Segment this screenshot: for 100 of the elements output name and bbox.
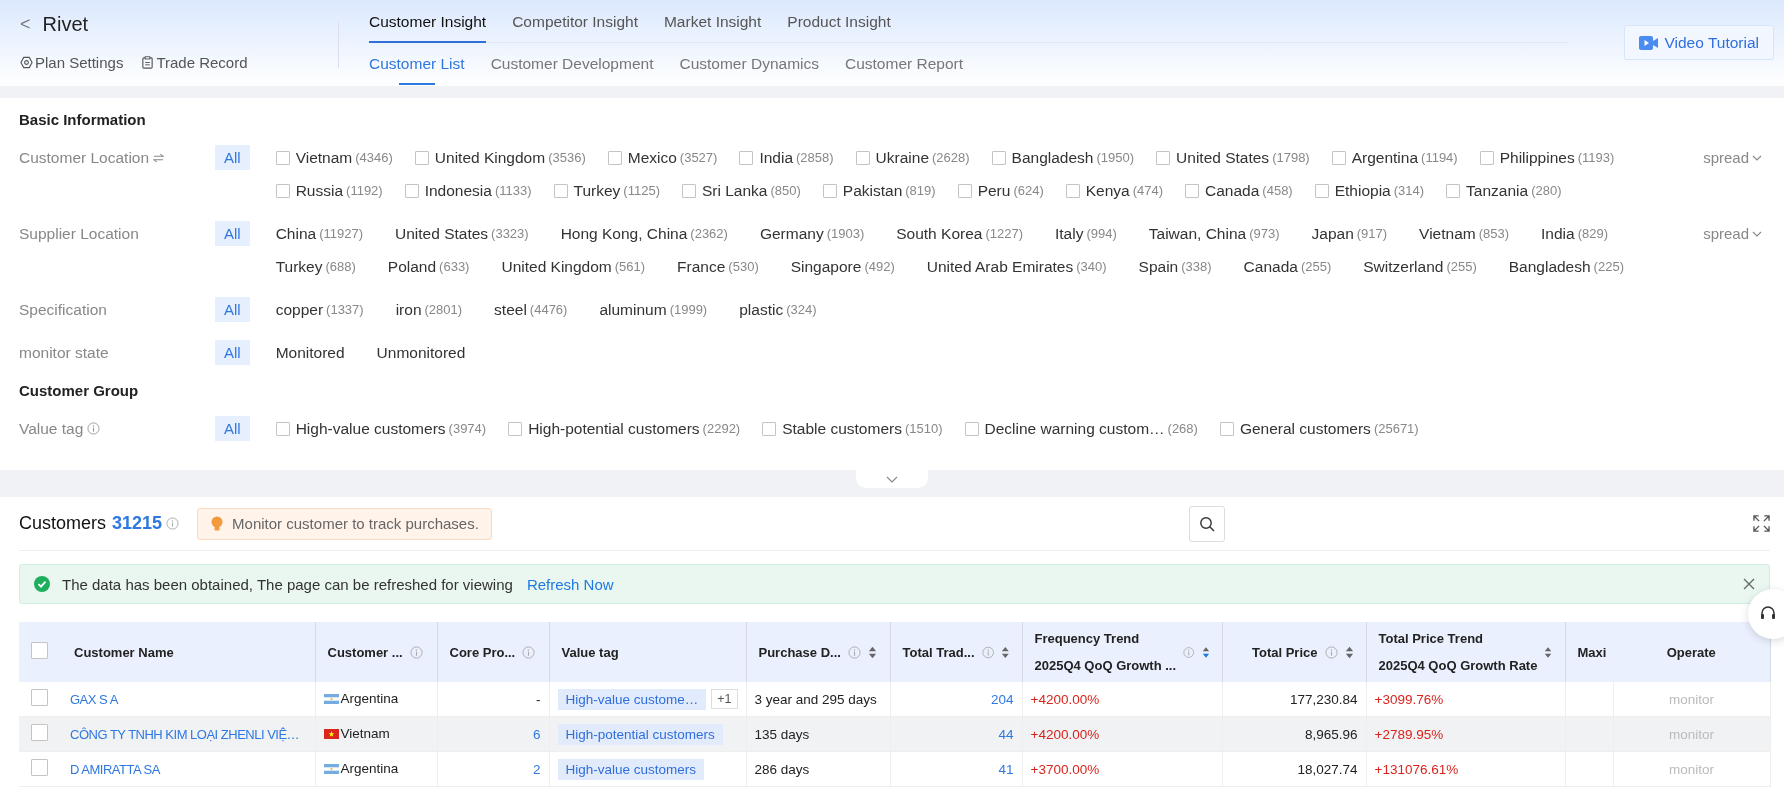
filter-option[interactable]: Germany — [759, 224, 824, 243]
checkbox[interactable] — [681, 183, 696, 198]
option-label[interactable]: Vietnam — [295, 148, 353, 167]
row-checkbox[interactable] — [31, 689, 48, 706]
filter-option[interactable]: Poland — [387, 257, 437, 276]
checkbox[interactable] — [855, 150, 870, 165]
sub-tab[interactable]: Customer Dynamics — [679, 47, 819, 81]
column-title[interactable]: Value tag — [561, 644, 619, 660]
back-button[interactable]: < — [20, 13, 31, 35]
filter-option[interactable]: Switzerland — [1363, 257, 1444, 276]
filter-option[interactable]: Turkey — [275, 257, 323, 276]
nav-tab[interactable]: Product Insight — [787, 13, 891, 43]
filter-option[interactable]: United States — [395, 224, 489, 243]
option-label[interactable]: Turkey — [573, 181, 621, 200]
all-filter-button[interactable]: All — [215, 340, 250, 365]
checkbox[interactable] — [508, 421, 523, 436]
info-icon[interactable] — [166, 517, 180, 530]
column-title[interactable]: Customer ... — [327, 644, 403, 660]
checkbox[interactable] — [1446, 183, 1461, 198]
checkbox[interactable] — [1185, 183, 1200, 198]
close-icon[interactable] — [1743, 578, 1755, 590]
checkbox[interactable] — [1314, 183, 1329, 198]
checkbox[interactable] — [762, 421, 777, 436]
checkbox[interactable] — [964, 421, 979, 436]
option-label[interactable]: Argentina — [1351, 148, 1419, 167]
filter-option[interactable]: South Korea — [896, 224, 983, 243]
sort-icon[interactable] — [1000, 645, 1010, 659]
filter-option[interactable]: Japan — [1311, 224, 1354, 243]
option-label[interactable]: Ethiopia — [1334, 181, 1391, 200]
option-label[interactable]: High-potential customers — [528, 419, 700, 438]
collapse-tab[interactable] — [856, 470, 928, 488]
option-label[interactable]: Indonesia — [424, 181, 492, 200]
checkbox[interactable] — [404, 183, 419, 198]
filter-option[interactable]: steel — [494, 300, 527, 319]
checkbox[interactable] — [991, 150, 1006, 165]
filter-option[interactable]: Canada — [1243, 257, 1298, 276]
filter-option[interactable]: United Kingdom — [501, 257, 612, 276]
info-icon[interactable] — [1183, 645, 1195, 659]
option-label[interactable]: Sri Lanka — [701, 181, 768, 200]
info-icon[interactable] — [1324, 645, 1338, 659]
trade-count-link[interactable]: 204 — [990, 691, 1014, 707]
filter-option[interactable]: United Arab Emirates — [926, 257, 1074, 276]
checkbox[interactable] — [275, 183, 290, 198]
column-title[interactable]: Total Trad... — [902, 644, 975, 660]
row-checkbox[interactable] — [31, 724, 48, 741]
filter-option[interactable]: Unmonitored — [376, 343, 466, 362]
filter-option[interactable]: Italy — [1055, 224, 1084, 243]
column-title[interactable]: Core Pro... — [449, 644, 516, 660]
nav-tab[interactable]: Market Insight — [663, 13, 762, 43]
filter-option[interactable]: China — [275, 224, 317, 243]
option-label[interactable]: India — [759, 148, 794, 167]
option-label[interactable]: United States — [1176, 148, 1270, 167]
expand-link[interactable]: spread — [1703, 217, 1762, 250]
video-tutorial-button[interactable]: Video Tutorial — [1623, 25, 1774, 60]
option-label[interactable]: Pakistan — [842, 181, 903, 200]
option-label[interactable]: Tanzania — [1466, 181, 1529, 200]
option-label[interactable]: Mexico — [627, 148, 677, 167]
expand-link[interactable]: spread — [1703, 141, 1762, 174]
column-title[interactable]: Operate — [1666, 644, 1716, 660]
search-button[interactable] — [1189, 505, 1225, 542]
more-tags-badge[interactable]: +1 — [711, 689, 738, 709]
row-checkbox[interactable] — [31, 759, 48, 776]
info-icon[interactable] — [981, 645, 994, 659]
info-icon[interactable] — [87, 422, 101, 435]
checkbox[interactable] — [739, 150, 754, 165]
checkbox[interactable] — [607, 150, 622, 165]
checkbox[interactable] — [1331, 150, 1346, 165]
all-filter-button[interactable]: All — [215, 145, 250, 170]
option-label[interactable]: United Kingdom — [434, 148, 546, 167]
sort-icon[interactable] — [1201, 645, 1210, 659]
customer-name-link[interactable]: GAX S A — [70, 691, 118, 707]
checkbox[interactable] — [1219, 421, 1234, 436]
sort-icon[interactable] — [1544, 645, 1553, 659]
option-label[interactable]: High-value customers — [295, 419, 446, 438]
filter-option[interactable]: Bangladesh — [1508, 257, 1591, 276]
all-filter-button[interactable]: All — [215, 297, 250, 322]
info-icon[interactable] — [409, 645, 423, 659]
core-product-link[interactable]: 2 — [533, 761, 541, 777]
checkbox[interactable] — [822, 183, 837, 198]
filter-option[interactable]: plastic — [739, 300, 784, 319]
filter-option[interactable]: India — [1541, 224, 1575, 243]
checkbox[interactable] — [553, 183, 568, 198]
column-title[interactable]: Purchase D... — [758, 644, 841, 660]
filter-option[interactable]: Vietnam — [1419, 224, 1476, 243]
column-title[interactable]: Frequency Trend — [1034, 631, 1177, 646]
header-link[interactable]: Trade Record — [141, 54, 248, 71]
column-title[interactable]: Maxi — [1577, 644, 1607, 660]
sort-icon[interactable] — [867, 645, 877, 659]
fullscreen-icon[interactable] — [1753, 515, 1770, 532]
refresh-link[interactable]: Refresh Now — [526, 575, 614, 593]
filter-option[interactable]: Hong Kong, China — [560, 224, 688, 243]
option-label[interactable]: Ukraine — [875, 148, 930, 167]
checkbox[interactable] — [275, 421, 290, 436]
option-label[interactable]: Peru — [977, 181, 1011, 200]
trade-count-link[interactable]: 41 — [998, 761, 1014, 777]
filter-option[interactable]: Taiwan, China — [1148, 224, 1247, 243]
filter-option[interactable]: France — [677, 257, 726, 276]
nav-tab[interactable]: Customer Insight — [369, 13, 487, 43]
filter-option[interactable]: Spain — [1138, 257, 1179, 276]
option-label[interactable]: Kenya — [1085, 181, 1130, 200]
